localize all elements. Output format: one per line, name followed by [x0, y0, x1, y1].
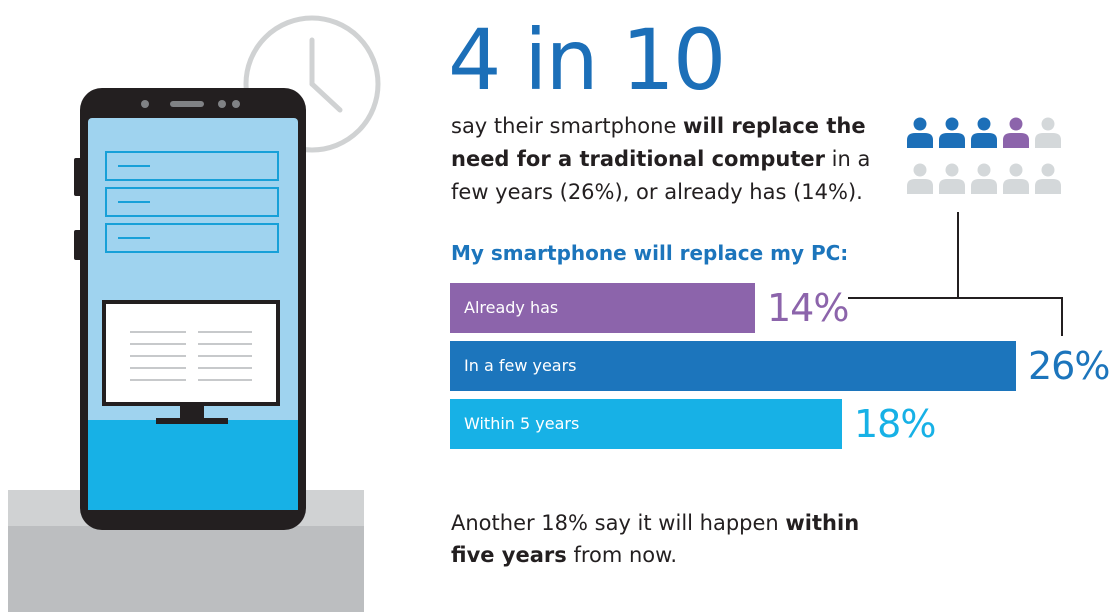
bar-label-already-has: Already has — [464, 298, 559, 317]
monitor-icon — [102, 300, 280, 424]
footnote-part1: Another 18% say it will happen — [451, 511, 786, 535]
smartphone-illustration — [8, 15, 381, 612]
bar-label-in-a-few-years: In a few years — [464, 356, 577, 375]
intro-text: say their smartphone will replace the ne… — [451, 110, 891, 209]
person-icon — [1003, 117, 1029, 148]
footnote-text: Another 18% say it will happen within fi… — [451, 507, 871, 571]
person-icon — [1035, 117, 1061, 148]
bar-label-within-5-years: Within 5 years — [464, 414, 580, 433]
value-within-5-years: 18% — [854, 402, 936, 446]
person-icon — [971, 117, 997, 148]
footnote-part2: from now. — [566, 543, 678, 567]
bar-in-a-few-years: In a few years — [450, 341, 1016, 391]
person-icon — [939, 163, 965, 194]
person-icon — [971, 163, 997, 194]
value-in-a-few-years: 26% — [1028, 344, 1110, 388]
bar-within-5-years: Within 5 years — [450, 399, 842, 449]
person-icon — [939, 117, 965, 148]
person-icon — [907, 117, 933, 148]
person-icon — [1035, 163, 1061, 194]
intro-part1: say their smartphone — [451, 114, 684, 138]
value-already-has: 14% — [767, 286, 849, 330]
person-icon — [907, 163, 933, 194]
chart-title: My smartphone will replace my PC: — [451, 241, 849, 265]
people-icons — [907, 117, 1061, 194]
person-icon — [1003, 163, 1029, 194]
bar-already-has: Already has — [450, 283, 755, 333]
desk-front — [8, 526, 364, 612]
headline: 4 in 10 — [448, 11, 726, 109]
